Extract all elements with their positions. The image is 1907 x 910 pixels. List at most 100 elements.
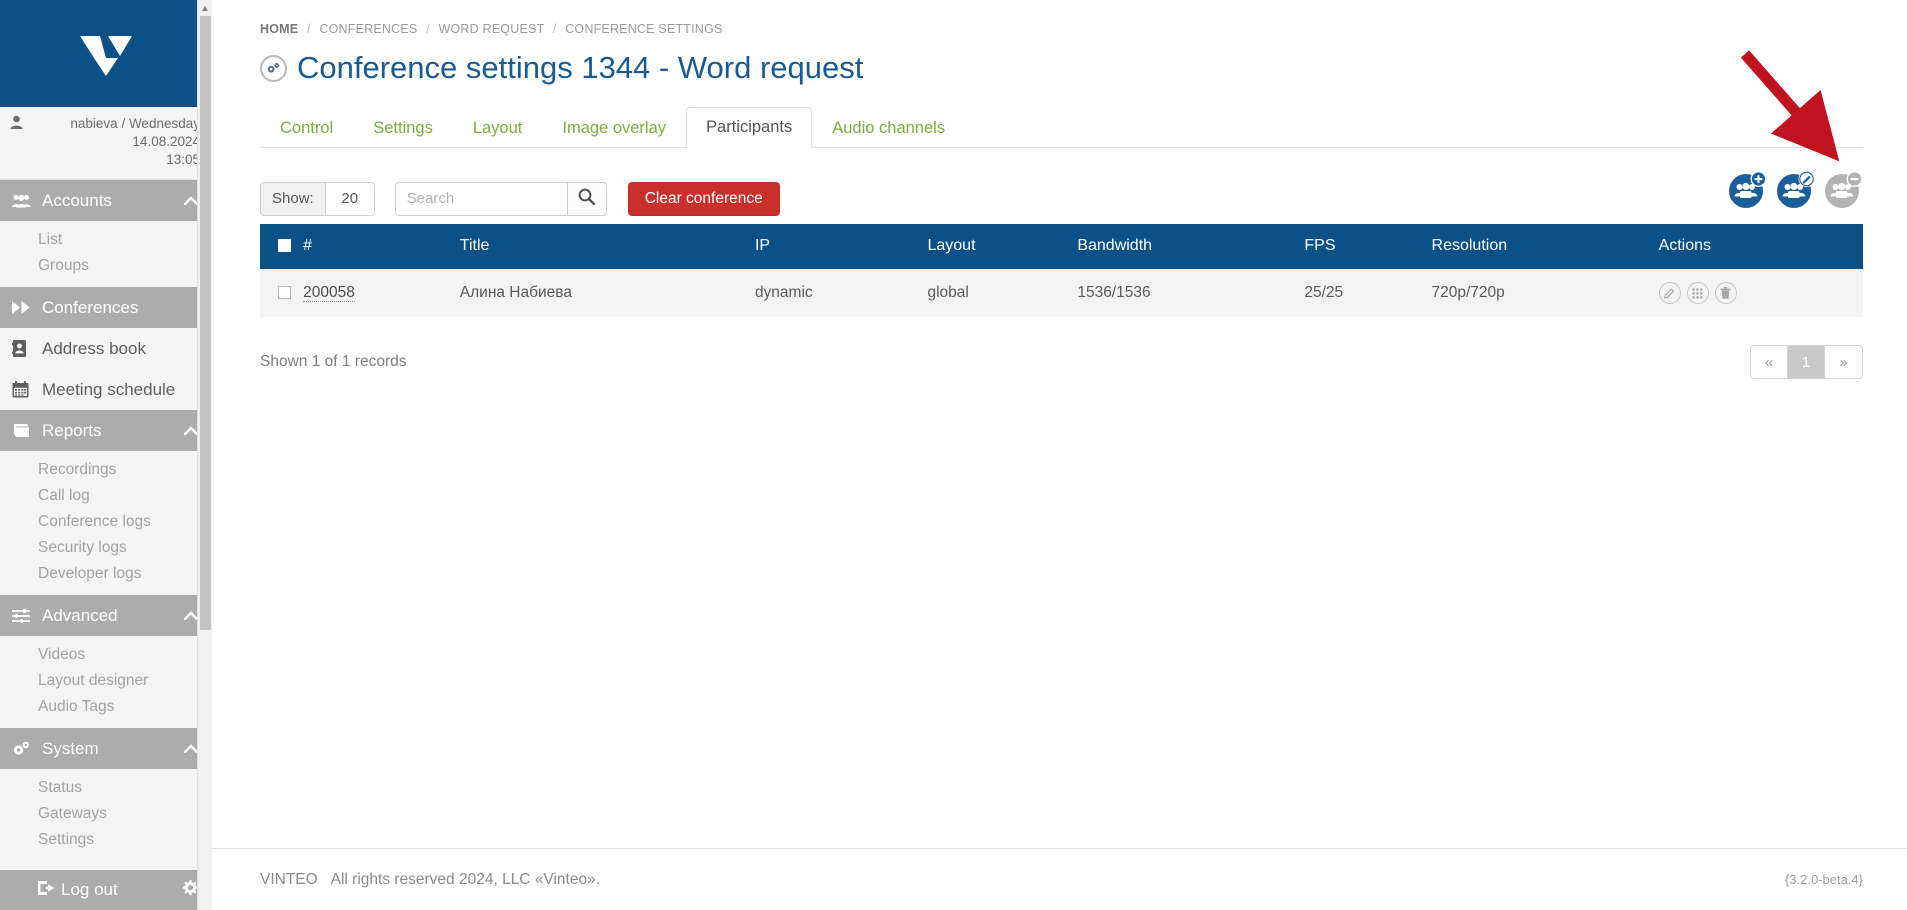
show-entries-control[interactable]: Show: 20: [260, 181, 375, 216]
column-header-fps[interactable]: FPS: [1304, 224, 1432, 269]
tab-participants[interactable]: Participants: [686, 107, 813, 148]
sidebar-section-advanced[interactable]: Advanced: [0, 595, 212, 636]
column-header-resolution[interactable]: Resolution: [1431, 224, 1659, 269]
app-logo[interactable]: [0, 0, 212, 107]
column-header-number[interactable]: #: [303, 224, 460, 269]
table-header: # Title IP Layout Bandwidth FPS Resoluti…: [260, 224, 1863, 269]
sidebar-item-settings[interactable]: Settings: [0, 827, 212, 853]
sidebar-item-audio-tags[interactable]: Audio Tags: [0, 694, 212, 720]
show-entries-value[interactable]: 20: [325, 182, 374, 215]
edit-participant-icon[interactable]: [1776, 170, 1815, 214]
user-date: / Wednesday 14.08.2024: [121, 116, 200, 149]
sidebar-item-security-logs[interactable]: Security logs: [0, 535, 212, 561]
sidebar-item-gateways[interactable]: Gateways: [0, 801, 212, 827]
table-header-row: # Title IP Layout Bandwidth FPS Resoluti…: [260, 224, 1863, 269]
participant-number-link[interactable]: 200058: [303, 284, 355, 302]
sidebar-item-conference-logs[interactable]: Conference logs: [0, 509, 212, 535]
sidebar-submenu-reports: Recordings Call log Conference logs Secu…: [0, 451, 212, 595]
sidebar-section-accounts-label: Accounts: [42, 190, 112, 210]
sidebar-item-conferences[interactable]: Conferences: [0, 287, 212, 328]
sidebar-scrollbar[interactable]: ▲: [197, 0, 212, 910]
book-icon: [12, 423, 38, 438]
keypad-icon[interactable]: [1686, 282, 1709, 304]
breadcrumb-separator: /: [552, 22, 557, 36]
sidebar-item-status[interactable]: Status: [0, 775, 212, 801]
breadcrumb-item-home[interactable]: HOME: [260, 22, 298, 36]
sidebar-section-reports-label: Reports: [42, 420, 102, 440]
trash-icon[interactable]: [1714, 282, 1737, 304]
scrollbar-thumb[interactable]: [200, 16, 211, 630]
gear-icon[interactable]: [182, 879, 198, 901]
sidebar-item-layout-designer[interactable]: Layout designer: [0, 668, 212, 694]
sidebar-item-meeting-schedule[interactable]: Meeting schedule: [0, 369, 212, 410]
chevron-up-icon: [183, 425, 199, 437]
page-footer: VINTEO All rights reserved 2024, LLC «Vi…: [212, 848, 1907, 910]
sidebar-section-system-label: System: [42, 738, 99, 758]
sidebar-item-groups[interactable]: Groups: [0, 253, 212, 279]
tab-audio-channels[interactable]: Audio channels: [812, 108, 965, 148]
sidebar-item-call-log[interactable]: Call log: [0, 483, 212, 509]
search-control: [394, 181, 607, 216]
chevron-up-icon: [183, 743, 199, 755]
show-entries-label: Show:: [261, 182, 326, 215]
sidebar-item-conferences-label: Conferences: [42, 297, 139, 317]
sidebar-item-list[interactable]: List: [0, 227, 212, 253]
row-actions-cell: [1658, 269, 1863, 317]
row-layout-cell: global: [927, 269, 1078, 317]
table-body: 200058 Алина Набиева dynamic global 1536…: [260, 269, 1863, 317]
remove-participant-icon: [1824, 170, 1863, 214]
breadcrumb-separator: /: [307, 22, 311, 36]
page-title-text: Conference settings 1344 - Word request: [297, 50, 864, 85]
row-select-cell: [260, 269, 304, 317]
row-checkbox[interactable]: [278, 286, 291, 300]
select-all-header: [260, 224, 304, 269]
sidebar-item-recordings[interactable]: Recordings: [0, 457, 212, 483]
pagination-page-1[interactable]: 1: [1788, 346, 1825, 378]
pagination-prev[interactable]: «: [1751, 346, 1788, 378]
sidebar-item-developer-logs[interactable]: Developer logs: [0, 561, 212, 587]
table-footer: Shown 1 of 1 records « 1 »: [260, 317, 1863, 379]
participant-action-icons: [1728, 170, 1863, 214]
sidebar-item-videos[interactable]: Videos: [0, 642, 212, 668]
calendar-icon: [12, 381, 38, 398]
column-header-title[interactable]: Title: [459, 224, 755, 269]
pagination-next[interactable]: »: [1825, 346, 1862, 378]
row-resolution-cell: 720p/720p: [1431, 269, 1659, 317]
table-row[interactable]: 200058 Алина Набиева dynamic global 1536…: [260, 269, 1863, 317]
user-avatar-icon: [10, 115, 23, 134]
column-header-layout[interactable]: Layout: [927, 224, 1078, 269]
chevron-up-icon: [183, 195, 199, 207]
sidebar-item-meeting-schedule-label: Meeting schedule: [42, 379, 176, 399]
page-title: Conference settings 1344 - Word request: [260, 50, 1863, 86]
main-content: HOME / CONFERENCES / WORD REQUEST / CONF…: [212, 0, 1907, 910]
sidebar-section-advanced-label: Advanced: [42, 605, 118, 625]
breadcrumb: HOME / CONFERENCES / WORD REQUEST / CONF…: [260, 22, 1863, 36]
sidebar-section-accounts[interactable]: Accounts: [0, 180, 212, 221]
tab-image-overlay[interactable]: Image overlay: [542, 108, 686, 148]
address-book-icon: [12, 340, 38, 357]
search-input[interactable]: [394, 181, 567, 216]
add-participant-icon[interactable]: [1728, 170, 1767, 214]
breadcrumb-item-conferences[interactable]: CONFERENCES: [319, 22, 417, 36]
clear-conference-button[interactable]: Clear conference: [627, 181, 780, 216]
users-icon: [12, 194, 38, 208]
sidebar-section-system[interactable]: System: [0, 728, 212, 769]
row-ip-cell: dynamic: [754, 269, 928, 317]
scrollbar-up-arrow-icon[interactable]: ▲: [198, 0, 212, 16]
breadcrumb-item-word-request[interactable]: WORD REQUEST: [438, 22, 544, 36]
column-header-actions: Actions: [1658, 224, 1863, 269]
chevron-up-icon: [183, 610, 199, 622]
tab-layout[interactable]: Layout: [453, 108, 543, 148]
sidebar-item-address-book[interactable]: Address book: [0, 328, 212, 369]
tab-control[interactable]: Control: [260, 108, 353, 148]
breadcrumb-item-conference-settings: CONFERENCE SETTINGS: [565, 22, 723, 36]
sidebar-submenu-system: Status Gateways Settings: [0, 769, 212, 861]
tab-settings[interactable]: Settings: [353, 108, 453, 148]
column-header-ip[interactable]: IP: [754, 224, 928, 269]
select-all-checkbox[interactable]: [278, 239, 291, 253]
search-button[interactable]: [566, 181, 607, 216]
column-header-bandwidth[interactable]: Bandwidth: [1077, 224, 1305, 269]
sidebar-section-reports[interactable]: Reports: [0, 410, 212, 451]
edit-icon[interactable]: [1658, 282, 1681, 304]
logout-button[interactable]: Log out: [0, 870, 212, 910]
